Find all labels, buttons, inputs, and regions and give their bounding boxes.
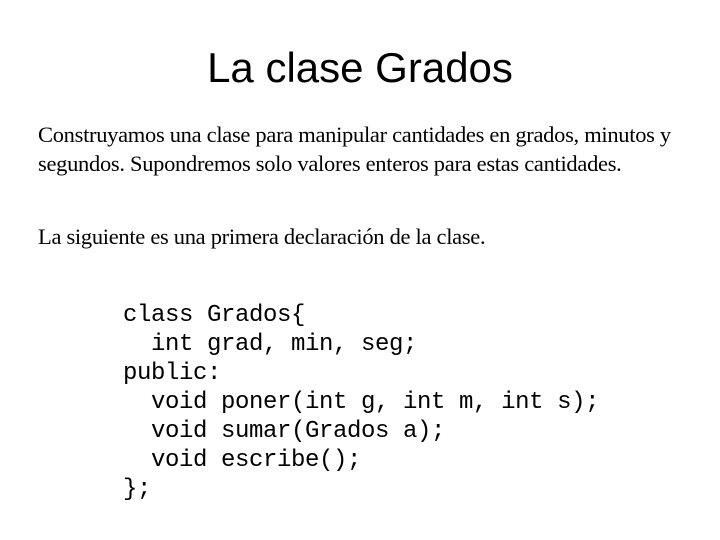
code-line: void escribe();: [123, 447, 362, 474]
code-line: int grad, min, seg;: [123, 331, 418, 358]
intro-paragraph: Construyamos una clase para manipular ca…: [38, 122, 671, 176]
slide-title: La clase Grados: [207, 44, 513, 91]
code-line: void sumar(Grados a);: [123, 418, 446, 445]
code-block: class Grados{ int grad, min, seg; public:…: [123, 301, 599, 504]
declaration-paragraph: La siguiente es una primera declaración …: [38, 224, 486, 249]
code-line: };: [123, 476, 152, 503]
code-line: class Grados{: [123, 302, 306, 329]
code-line: public:: [123, 360, 222, 387]
code-line: void poner(int g, int m, int s);: [123, 389, 600, 416]
